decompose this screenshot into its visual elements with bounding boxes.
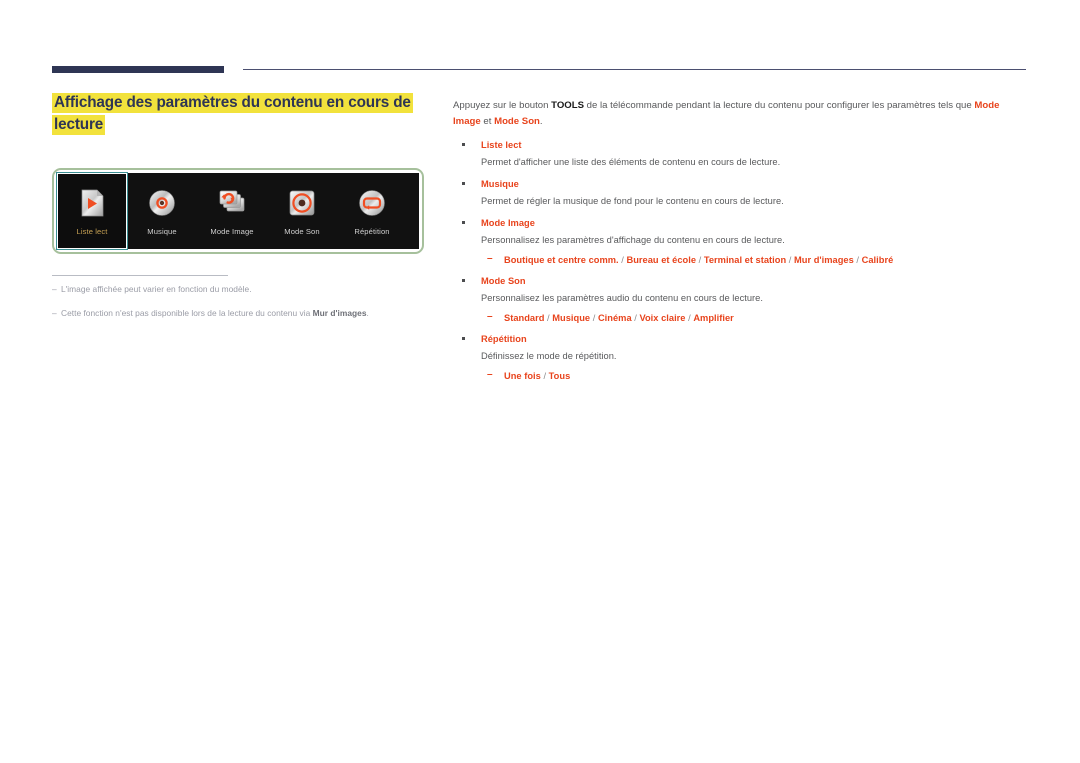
header-rule-thin [243,69,1026,70]
option-value: Une fois [504,371,541,381]
device-menu-label: Liste lect [76,227,108,236]
option-value: Bureau et école [626,255,697,265]
picture-mode-refresh-icon [215,186,249,220]
intro-part-2: de la télécommande pendant la lecture du… [584,100,975,111]
sub-bullet-dash-icon: – [487,311,493,322]
intro-part-4: . [539,115,543,127]
intro-paragraph: Appuyez sur le bouton TOOLS de la téléco… [453,98,1026,129]
option-value: Musique [552,313,591,323]
footnote-text: L'image affichée peut varier en fonction… [61,284,252,294]
page-title-line-1: Affichage des paramètres du contenu en c… [52,93,413,113]
settings-bullet-list: Liste lect Permet d'afficher une liste d… [453,138,1026,383]
left-column: Affichage des paramètres du contenu en c… [52,92,428,136]
intro-part-1: Appuyez sur le bouton [453,100,552,111]
device-menu-label: Musique [147,227,177,236]
option-value: Calibré [861,255,894,265]
device-screen: Liste lect Musique Mode Image Mode Son R… [56,172,419,250]
option-value: Boutique et centre comm. [504,255,619,265]
music-disc-icon [145,186,179,220]
page-title-line-2: lecture [52,115,106,135]
repeat-loop-icon [355,186,389,220]
bullet-options: – Une fois / Tous [487,369,571,381]
footnote-dash: – [52,284,57,294]
intro-part-3: et [480,115,495,127]
page-title: Affichage des paramètres du contenu en c… [52,92,428,136]
bullet-title: Répétition [481,334,527,344]
device-menu-label: Mode Son [284,227,320,236]
footnote-text: Cette fonction n'est pas disponible lors… [61,308,369,318]
footnotes: – L'image affichée peut varier en foncti… [52,283,432,331]
playlist-file-icon [75,186,109,220]
bullet-options: – Standard / Musique / Cinéma / Voix cla… [487,311,734,323]
sub-bullet-dash-icon: – [487,369,493,380]
option-value: Standard [504,313,545,323]
device-menu-label: Mode Image [210,227,254,236]
bullet-title: Musique [481,179,519,189]
bullet-description: Personnalisez les paramètres audio du co… [481,293,763,303]
device-menu-label: Répétition [354,227,390,236]
header-rule-thick [52,66,224,73]
bullet-item-mode-image: Mode Image Personnalisez les paramètres … [453,216,1026,267]
bullet-square-icon [462,143,465,146]
option-value: Cinéma [597,313,632,323]
option-value: Amplifier [693,313,734,323]
option-value: Mur d'images [794,255,854,265]
bullet-title: Mode Image [481,218,535,228]
bullet-description: Personnalisez les paramètres d'affichage… [481,235,785,245]
bullet-title: Mode Son [481,276,526,286]
bullet-description: Permet de régler la musique de fond pour… [481,196,784,206]
footnote-dash: – [52,308,57,318]
intro-keyword-mode-son: Mode Son [494,115,540,127]
option-value: Terminal et station [703,255,787,265]
device-menu-item-mode-image[interactable]: Mode Image [197,173,267,249]
device-menu-item-liste-lect[interactable]: Liste lect [56,172,128,250]
footnote-separator [52,275,228,276]
tools-keyword: TOOLS [551,100,585,111]
bullet-description: Permet d'afficher une liste des éléments… [481,157,781,167]
device-menu-item-musique[interactable]: Musique [127,173,197,249]
bullet-item-liste-lect: Liste lect Permet d'afficher une liste d… [453,138,1026,170]
bullet-item-repetition: Répétition Définissez le mode de répétit… [453,332,1026,383]
bullet-square-icon [462,337,465,340]
bullet-options: – Boutique et centre comm. / Bureau et é… [487,253,894,265]
bullet-description: Définissez le mode de répétition. [481,351,617,361]
option-value: Tous [548,371,571,381]
sound-mode-speaker-icon [285,186,319,220]
bullet-title: Liste lect [481,140,522,150]
option-value: Voix claire [639,313,686,323]
right-column: Appuyez sur le bouton TOOLS de la téléco… [453,98,1026,390]
device-screenshot-panel: Liste lect Musique Mode Image Mode Son R… [52,168,424,254]
bullet-square-icon [462,182,465,185]
bullet-square-icon [462,221,465,224]
sub-bullet-dash-icon: – [487,253,493,264]
device-menu-item-repetition[interactable]: Répétition [337,173,407,249]
footnote-item: – Cette fonction n'est pas disponible lo… [52,307,432,319]
header-rules [52,66,1026,76]
bullet-square-icon [462,279,465,282]
bullet-item-musique: Musique Permet de régler la musique de f… [453,177,1026,209]
footnote-item: – L'image affichée peut varier en foncti… [52,283,432,295]
device-menu-item-mode-son[interactable]: Mode Son [267,173,337,249]
bullet-item-mode-son: Mode Son Personnalisez les paramètres au… [453,274,1026,325]
